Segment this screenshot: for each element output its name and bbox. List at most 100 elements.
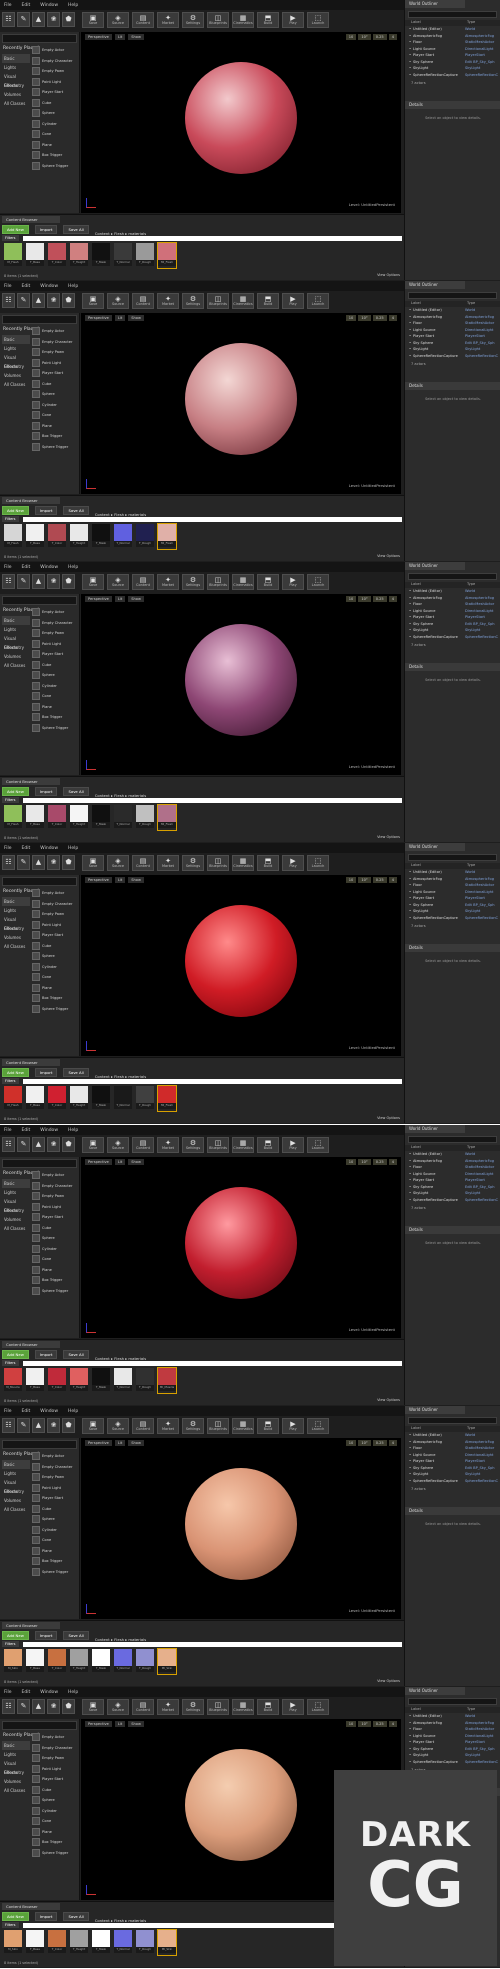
mode-button[interactable]: ✎ (17, 293, 30, 308)
place-category[interactable]: Geometry (2, 81, 30, 90)
asset-tile[interactable]: M_Flesh (4, 1086, 22, 1111)
place-actor-item[interactable]: Empty Actor (32, 1451, 78, 1462)
mode-button[interactable]: ❀ (47, 293, 60, 308)
place-actor-item[interactable]: Cone (32, 691, 78, 702)
menu-item[interactable]: File (4, 1128, 12, 1133)
outliner-col-type[interactable]: Type (467, 301, 475, 307)
asset-tile[interactable]: T_Normal (114, 1368, 132, 1393)
filters-button[interactable]: Filters (2, 797, 19, 803)
snap-setting[interactable]: 4 (388, 1159, 397, 1165)
asset-tile[interactable]: MI_Flesh (157, 804, 177, 831)
snap-setting[interactable]: 4 (388, 315, 397, 321)
import-button[interactable]: Import (34, 505, 58, 515)
place-actor-item[interactable]: Point Light (32, 1764, 78, 1775)
menu-item[interactable]: Help (68, 1409, 78, 1414)
toolbar-button[interactable]: ◫ Blueprints (207, 1699, 229, 1715)
snap-setting[interactable]: 10° (358, 596, 371, 602)
filters-button[interactable]: Filters (2, 1641, 19, 1647)
viewport-option[interactable]: Lit (114, 1159, 126, 1165)
place-actor-item[interactable]: Sphere (32, 1514, 78, 1525)
toolbar-button[interactable]: ✦ Market (157, 1137, 179, 1153)
snap-setting[interactable]: 0.25 (372, 34, 387, 40)
place-category[interactable]: Lights (2, 625, 30, 634)
place-actor-item[interactable]: Point Light (32, 920, 78, 931)
place-actor-item[interactable]: Cube (32, 1785, 78, 1796)
place-actor-item[interactable]: Empty Character (32, 1462, 78, 1473)
tab-world-outliner[interactable]: World Outliner (405, 562, 465, 570)
place-actor-item[interactable]: Box Trigger (32, 431, 78, 442)
toolbar-button[interactable]: ✦ Market (157, 574, 179, 590)
toolbar-button[interactable]: ▦ Cinematics (232, 1699, 254, 1715)
tab-content-browser[interactable]: Content Browser (2, 1059, 60, 1066)
toolbar-button[interactable]: ⬚ Launch (307, 1699, 329, 1715)
place-category[interactable]: Volumes (2, 652, 30, 661)
menu-item[interactable]: Window (40, 1128, 58, 1133)
toolbar-button[interactable]: ▤ Content (132, 1699, 154, 1715)
mode-button[interactable]: ▲ (32, 293, 45, 308)
place-actor-item[interactable]: Empty Character (32, 618, 78, 629)
toolbar-button[interactable]: ▶ Play (282, 574, 304, 590)
toolbar-button[interactable]: ◈ Source (107, 1699, 129, 1715)
mode-button[interactable]: ✎ (17, 574, 30, 589)
asset-tile[interactable]: T_Normal (114, 1649, 132, 1674)
viewport-option[interactable]: Lit (114, 34, 126, 40)
asset-tile[interactable]: M_Skin (4, 1930, 22, 1955)
mode-button[interactable]: ❀ (47, 12, 60, 27)
asset-tile[interactable]: T_Color (48, 524, 66, 549)
place-actor-item[interactable]: Box Trigger (32, 150, 78, 161)
asset-tile[interactable]: T_Rough (136, 1930, 154, 1955)
toolbar-button[interactable]: ▤ Content (132, 12, 154, 28)
menu-item[interactable]: Window (40, 1409, 58, 1414)
menu-item[interactable]: Window (40, 565, 58, 570)
place-category[interactable]: Visual Effects (2, 1197, 30, 1213)
place-actor-item[interactable]: Empty Character (32, 1181, 78, 1192)
place-category[interactable]: Volumes (2, 371, 30, 380)
place-actor-item[interactable]: Sphere (32, 951, 78, 962)
filters-button[interactable]: Filters (2, 1922, 19, 1928)
toolbar-button[interactable]: ✦ Market (157, 1699, 179, 1715)
place-actor-item[interactable]: Empty Pawn (32, 628, 78, 639)
toolbar-button[interactable]: ✦ Market (157, 855, 179, 871)
view-options-button[interactable]: View Options (377, 554, 400, 558)
save-all-button[interactable]: Save All (63, 1911, 89, 1921)
place-category[interactable]: Geometry (2, 362, 30, 371)
toolbar-button[interactable]: ⚙ Settings (182, 1418, 204, 1434)
place-actor-item[interactable]: Player Start (32, 1774, 78, 1785)
filters-button[interactable]: Filters (2, 1360, 19, 1366)
snap-setting[interactable]: 10 (345, 596, 357, 602)
outliner-col-label[interactable]: Label (411, 582, 467, 588)
place-actor-item[interactable]: Cylinder (32, 1525, 78, 1536)
viewport-option[interactable]: Show (128, 877, 144, 883)
place-actor-item[interactable]: Player Start (32, 930, 78, 941)
mode-button[interactable]: ❀ (47, 1137, 60, 1152)
mode-button[interactable]: ❀ (47, 855, 60, 870)
outliner-col-label[interactable]: Label (411, 1145, 467, 1151)
add-new-button[interactable]: Add New (2, 1067, 29, 1077)
mode-button[interactable]: ☷ (2, 293, 15, 308)
asset-tile[interactable]: T_Mask (92, 1086, 110, 1111)
asset-tile[interactable]: M_Flesh (4, 243, 22, 268)
place-category[interactable]: Visual Effects (2, 1478, 30, 1494)
menu-item[interactable]: Edit (22, 846, 31, 851)
outliner-col-label[interactable]: Label (411, 20, 467, 26)
place-category[interactable]: Volumes (2, 1777, 30, 1786)
outliner-col-label[interactable]: Label (411, 1707, 467, 1713)
place-actor-item[interactable]: Empty Actor (32, 45, 78, 56)
place-category[interactable]: Lights (2, 63, 30, 72)
place-actor-item[interactable]: Point Light (32, 639, 78, 650)
viewport-option[interactable]: Perspective (85, 315, 112, 321)
toolbar-button[interactable]: ⬚ Launch (307, 12, 329, 28)
asset-tile[interactable]: MI_Skin (157, 1929, 177, 1956)
place-category[interactable]: All Classes (2, 99, 30, 108)
place-actor-item[interactable]: Empty Actor (32, 1170, 78, 1181)
asset-tile[interactable]: T_Base (26, 1649, 44, 1674)
place-category[interactable]: Volumes (2, 1215, 30, 1224)
place-actor-item[interactable]: Cube (32, 660, 78, 671)
place-actor-item[interactable]: Cylinder (32, 400, 78, 411)
asset-tile[interactable]: T_Base (26, 805, 44, 830)
menu-item[interactable]: Edit (22, 3, 31, 8)
toolbar-button[interactable]: ▤ Content (132, 293, 154, 309)
menu-item[interactable]: Window (40, 1690, 58, 1695)
toolbar-button[interactable]: ◈ Source (107, 1418, 129, 1434)
toolbar-button[interactable]: ✦ Market (157, 12, 179, 28)
